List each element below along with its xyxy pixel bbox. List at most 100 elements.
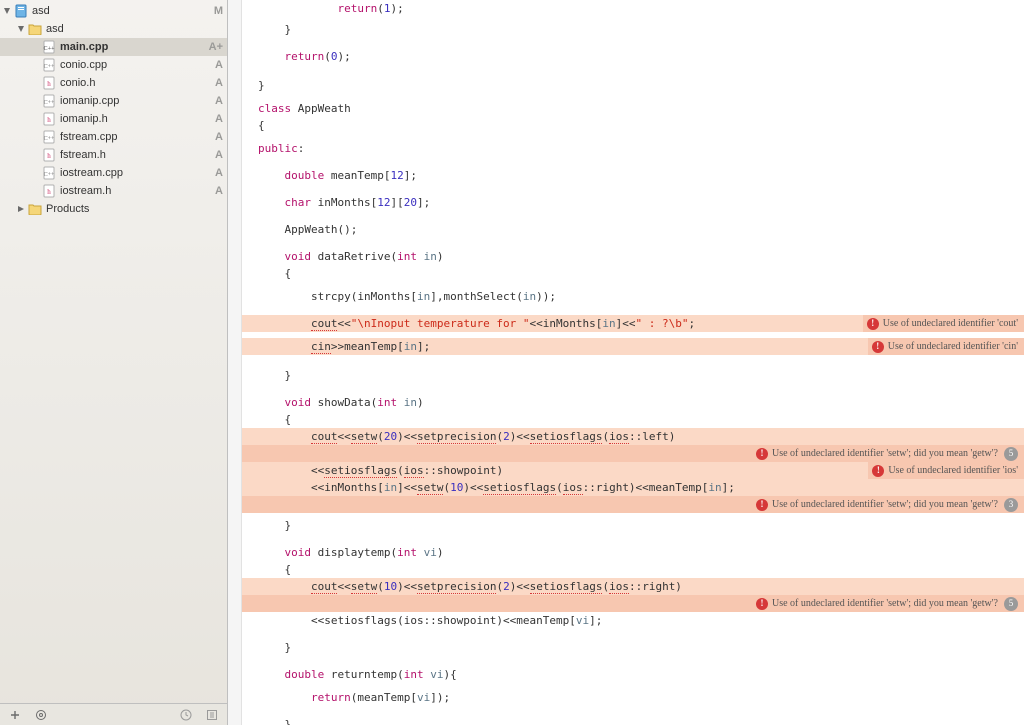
recent-button[interactable] <box>177 707 195 723</box>
tree-item[interactable]: asd <box>0 20 227 38</box>
code-line[interactable]: } <box>242 21 1024 38</box>
code-text: <<setiosflags(ios::showpoint)<<meanTemp[… <box>258 614 602 627</box>
error-icon: ! <box>872 341 884 353</box>
code-line[interactable]: double returntemp(int vi){ <box>242 666 1024 683</box>
svg-text:C++: C++ <box>44 100 55 106</box>
tree-item[interactable]: C++main.cppA+ <box>0 38 227 56</box>
vcs-status: A <box>205 185 223 197</box>
code-line[interactable]: return(meanTemp[vi]); <box>242 689 1024 706</box>
code-line[interactable]: class AppWeath <box>242 100 1024 117</box>
inline-error[interactable]: !Use of undeclared identifier 'setw'; di… <box>242 595 1024 612</box>
h-icon: h <box>41 76 57 90</box>
code-line[interactable]: cout<<setw(20)<<setprecision(2)<<setiosf… <box>242 428 1024 445</box>
tree-root[interactable]: asd M <box>0 2 227 20</box>
svg-text:h: h <box>47 80 51 88</box>
inline-error[interactable]: ! Use of undeclared identifier 'cin' <box>868 338 1024 355</box>
code-line[interactable]: } <box>242 716 1024 725</box>
code-line[interactable]: AppWeath(); <box>242 221 1024 238</box>
code-text: } <box>258 519 291 532</box>
tree-item[interactable]: C++iomanip.cppA <box>0 92 227 110</box>
cpp-icon: C++ <box>41 58 57 72</box>
code-line[interactable]: } <box>242 517 1024 534</box>
error-text: Use of undeclared identifier 'cout' <box>883 315 1018 332</box>
cpp-icon: C++ <box>41 40 57 54</box>
error-count: 3 <box>1004 498 1018 512</box>
scm-button[interactable] <box>203 707 221 723</box>
error-count: 5 <box>1004 597 1018 611</box>
tree-item[interactable]: C++conio.cppA <box>0 56 227 74</box>
code-line[interactable]: cout<<setw(10)<<setprecision(2)<<setiosf… <box>242 578 1024 595</box>
tree-label: iomanip.cpp <box>60 95 202 107</box>
error-text: Use of undeclared identifier 'cin' <box>888 338 1018 355</box>
add-button[interactable] <box>6 707 24 723</box>
disclosure-triangle-icon[interactable] <box>16 24 26 34</box>
inline-error[interactable]: !Use of undeclared identifier 'cout' <box>863 315 1024 332</box>
code-text: public: <box>258 142 304 155</box>
code-text: void displaytemp(int vi) <box>258 546 443 559</box>
code-line[interactable]: } <box>242 77 1024 94</box>
error-icon: ! <box>756 499 768 511</box>
tree-item[interactable]: C++fstream.cppA <box>0 128 227 146</box>
error-message-line[interactable]: !Use of undeclared identifier 'setw'; di… <box>242 595 1024 612</box>
code-line[interactable]: void dataRetrive(int in) <box>242 248 1024 265</box>
error-count: 5 <box>1004 447 1018 461</box>
code-line[interactable]: <<setiosflags(ios::showpoint)<<meanTemp[… <box>242 612 1024 629</box>
error-icon: ! <box>756 448 768 460</box>
error-message-line[interactable]: !Use of undeclared identifier 'setw'; di… <box>242 445 1024 462</box>
tree-item[interactable]: Products <box>0 200 227 218</box>
code-line[interactable]: { <box>242 561 1024 578</box>
code-text: } <box>258 369 291 382</box>
code-text: } <box>258 641 291 654</box>
disclosure-triangle-icon[interactable] <box>2 6 12 16</box>
code-line[interactable]: public: <box>242 140 1024 157</box>
error-icon: ! <box>756 598 768 610</box>
error-message-line[interactable]: !Use of undeclared identifier 'setw'; di… <box>242 496 1024 513</box>
tree-label: asd <box>32 5 202 17</box>
svg-text:C++: C++ <box>44 64 55 70</box>
code-area[interactable]: return(1); } return(0);}class AppWeath{p… <box>242 0 1024 725</box>
code-text: cout<<setw(10)<<setprecision(2)<<setiosf… <box>258 580 682 594</box>
inline-error[interactable]: !Use of undeclared identifier 'setw'; di… <box>242 496 1024 513</box>
tree-item[interactable]: C++iostream.cppA <box>0 164 227 182</box>
code-text: void showData(int in) <box>258 396 424 409</box>
code-line[interactable]: double meanTemp[12]; <box>242 167 1024 184</box>
svg-text:C++: C++ <box>44 172 55 178</box>
code-line[interactable]: void showData(int in) <box>242 394 1024 411</box>
code-line[interactable]: } <box>242 639 1024 656</box>
disclosure-triangle-icon <box>30 42 40 52</box>
source-editor[interactable]: return(1); } return(0);}class AppWeath{p… <box>228 0 1024 725</box>
error-text: Use of undeclared identifier 'ios' <box>888 462 1018 479</box>
filter-button[interactable] <box>32 707 50 723</box>
code-text: strcpy(inMonths[in],monthSelect(in)); <box>258 290 556 303</box>
code-line[interactable]: <<inMonths[in]<<setw(10)<<setiosflags(io… <box>242 479 1024 496</box>
project-icon <box>13 4 29 18</box>
tree-item[interactable]: hiomanip.hA <box>0 110 227 128</box>
tree-label: main.cpp <box>60 41 202 53</box>
folder-icon <box>27 22 43 36</box>
tree-item[interactable]: hfstream.hA <box>0 146 227 164</box>
code-line[interactable]: char inMonths[12][20]; <box>242 194 1024 211</box>
code-line[interactable]: { <box>242 411 1024 428</box>
tree-label: conio.cpp <box>60 59 202 71</box>
inline-error[interactable]: !Use of undeclared identifier 'setw'; di… <box>242 445 1024 462</box>
code-line[interactable]: ! <<setiosflags(ios::showpoint)!Use of u… <box>242 462 1024 479</box>
code-line[interactable]: { <box>242 117 1024 134</box>
code-line[interactable]: void displaytemp(int vi) <box>242 544 1024 561</box>
navigator-footer <box>0 703 227 725</box>
tree-item[interactable]: hiostream.hA <box>0 182 227 200</box>
inline-error[interactable]: !Use of undeclared identifier 'ios' <box>868 462 1024 479</box>
code-line[interactable]: { <box>242 265 1024 282</box>
code-line[interactable]: strcpy(inMonths[in],monthSelect(in)); <box>242 288 1024 305</box>
disclosure-triangle-icon <box>30 78 40 88</box>
svg-text:C++: C++ <box>43 46 55 52</box>
tree-label: fstream.h <box>60 149 202 161</box>
tree-label: fstream.cpp <box>60 131 202 143</box>
disclosure-triangle-icon[interactable] <box>16 204 26 214</box>
tree-item[interactable]: hconio.hA <box>0 74 227 92</box>
code-line[interactable]: } <box>242 367 1024 384</box>
code-line[interactable]: ! cin>>meanTemp[in];!Use of undeclared i… <box>242 338 1024 355</box>
code-line[interactable]: ! cout<<"\nInoput temperature for "<<inM… <box>242 315 1024 332</box>
code-line[interactable]: return(1); <box>242 0 1024 17</box>
code-text: { <box>258 267 291 280</box>
code-line[interactable]: return(0); <box>242 48 1024 65</box>
